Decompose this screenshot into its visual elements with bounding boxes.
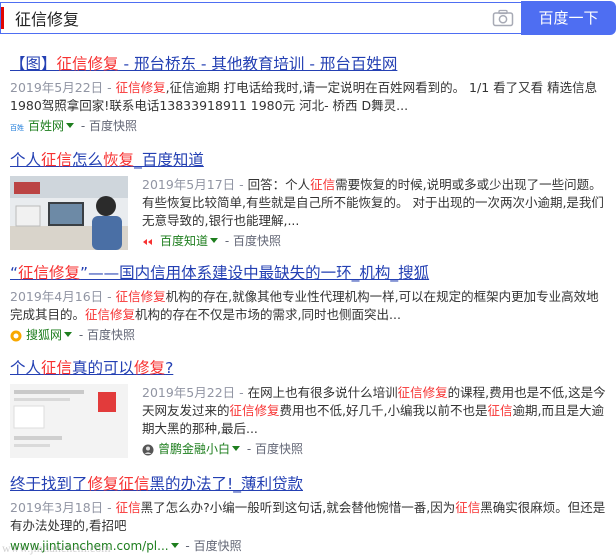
snapshot-link[interactable]: 百度快照 xyxy=(87,328,135,342)
svg-text:百姓: 百姓 xyxy=(10,123,24,132)
result-item: 个人征信怎么恢复_百度知道 2019年5月17日 - 回答：个人征信需要恢复的时… xyxy=(10,150,610,250)
snapshot-link[interactable]: 百度快照 xyxy=(89,119,137,133)
search-button[interactable]: 百度一下 xyxy=(521,1,616,35)
phone-screenshot-photo xyxy=(10,384,128,458)
result-source[interactable]: 百姓网 xyxy=(28,119,64,133)
result-title[interactable]: 终于找到了修复征信黑的办法了!_薄利贷款 xyxy=(10,474,610,494)
snapshot-link[interactable]: 百度快照 xyxy=(255,442,303,456)
result-thumbnail[interactable] xyxy=(10,384,128,458)
search-box-accent xyxy=(1,7,4,29)
person-at-bank-counter-photo xyxy=(10,176,128,250)
watermark: www.jintianchem.com xyxy=(2,541,111,555)
search-bar: 百度一下 xyxy=(0,0,616,38)
chevron-down-icon[interactable] xyxy=(232,446,241,451)
result-source-line: 搜狐网 - 百度快照 xyxy=(10,326,610,344)
chevron-down-icon[interactable] xyxy=(66,123,75,128)
result-item: 个人征信真的可以修复? 2019年5月22日 - 在网上也有很多说什么培训征信修… xyxy=(10,358,610,458)
sohu-icon xyxy=(10,330,22,341)
result-source-line: 百度知道 - 百度快照 xyxy=(142,232,614,250)
result-abstract: 2019年5月22日 - 征信修复,征信逾期 打电话给我时,请一定说明在百姓网看… xyxy=(10,80,598,113)
result-source[interactable]: 搜狐网 xyxy=(26,328,62,342)
result-title[interactable]: “征信修复”——国内信用体系建设中最缺失的一环_机构_搜狐 xyxy=(10,263,610,283)
result-source[interactable]: 曾鹏金融小白 xyxy=(158,442,230,456)
result-title[interactable]: 【图】征信修复 - 邢台桥东 - 其他教育培训 - 邢台百姓网 xyxy=(10,54,610,74)
camera-icon[interactable] xyxy=(492,9,514,27)
result-item: 【图】征信修复 - 邢台桥东 - 其他教育培训 - 邢台百姓网 2019年5月2… xyxy=(10,54,610,135)
chevron-down-icon[interactable] xyxy=(170,543,179,548)
chevron-down-icon[interactable] xyxy=(64,332,73,337)
result-title[interactable]: 个人征信怎么恢复_百度知道 xyxy=(10,150,610,170)
result-abstract: 2019年5月22日 - 在网上也有很多说什么培训征信修复的课程,费用也是不低,… xyxy=(142,385,606,436)
result-source[interactable]: 百度知道 xyxy=(160,234,208,248)
search-input[interactable] xyxy=(15,7,475,29)
search-box[interactable] xyxy=(0,2,521,34)
chevron-down-icon[interactable] xyxy=(210,238,219,243)
baixing-icon: 百姓 xyxy=(10,123,24,132)
result-source-line: 百姓 百姓网 - 百度快照 xyxy=(10,119,137,133)
result-item: “征信修复”——国内信用体系建设中最缺失的一环_机构_搜狐 2019年4月16日… xyxy=(10,263,610,344)
result-abstract: 2019年4月16日 - 征信修复机构的存在,就像其他专业性代理机构一样,可以在… xyxy=(10,289,599,322)
zhidao-icon xyxy=(143,238,152,245)
snapshot-link[interactable]: 百度快照 xyxy=(233,234,281,248)
result-abstract: 2019年5月17日 - 回答：个人征信需要恢复的时候,说明或多或少出现了一些问… xyxy=(142,177,604,228)
result-thumbnail[interactable] xyxy=(10,176,128,250)
result-source-line: 曾鹏金融小白 - 百度快照 xyxy=(142,440,614,458)
user-avatar-icon xyxy=(142,444,154,455)
result-abstract: 2019年3月18日 - 征信黑了怎么办?小编一般听到这句话,就会替他惋惜一番,… xyxy=(10,500,606,533)
snapshot-link[interactable]: 百度快照 xyxy=(194,539,242,553)
result-title[interactable]: 个人征信真的可以修复? xyxy=(10,358,610,378)
